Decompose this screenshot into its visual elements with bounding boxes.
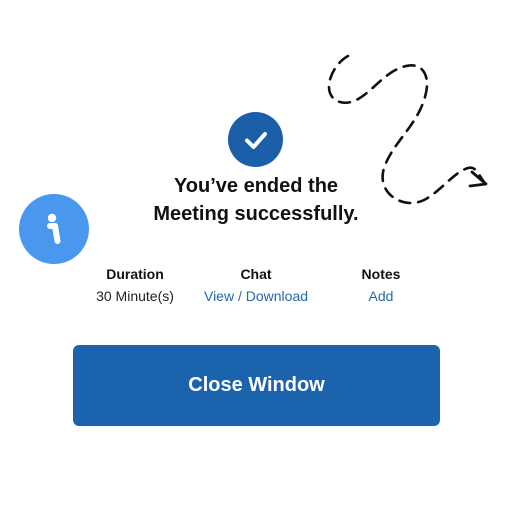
chat-column: Chat View / Download	[186, 264, 326, 306]
view-chat-link[interactable]: View	[204, 288, 234, 304]
duration-label: Duration	[106, 266, 164, 282]
duration-column: Duration 30 Minute(s)	[85, 264, 185, 306]
success-check-badge	[228, 112, 283, 167]
title-line-1: You’ve ended the	[173, 175, 339, 197]
chat-link-separator: /	[237, 288, 242, 304]
notes-actions: Add	[335, 286, 427, 306]
notes-column: Notes Add	[335, 264, 427, 306]
check-icon	[244, 131, 267, 149]
meeting-summary: Duration 30 Minute(s) Chat View / Downlo…	[0, 264, 512, 314]
chat-label: Chat	[240, 266, 272, 282]
add-notes-link[interactable]: Add	[369, 288, 394, 304]
close-window-button[interactable]: Close Window	[73, 345, 440, 426]
chat-actions: View / Download	[186, 286, 326, 306]
duration-value: 30 Minute(s)	[96, 288, 174, 304]
info-icon	[47, 213, 61, 244]
notes-label: Notes	[361, 266, 401, 282]
meeting-ended-dialog: You’ve ended the Meeting successfully. D…	[0, 0, 512, 512]
download-chat-link[interactable]: Download	[246, 288, 308, 304]
info-badge	[19, 194, 89, 264]
